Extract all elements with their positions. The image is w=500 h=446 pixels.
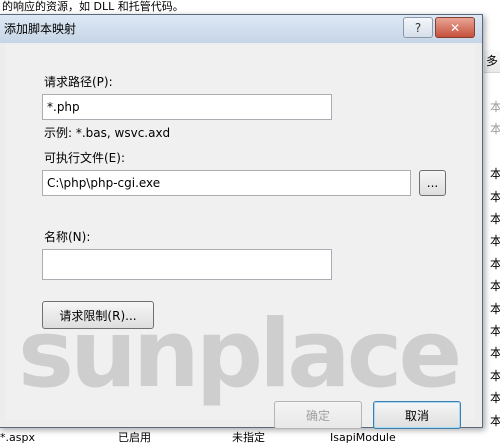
executable-label: 可执行文件(E): xyxy=(44,151,125,165)
row-type: 本 xyxy=(490,391,500,405)
executable-input[interactable]: C:\php\php-cgi.exe xyxy=(42,170,411,196)
row-type: 本 xyxy=(490,257,500,271)
request-path-input[interactable]: *.php xyxy=(42,94,332,120)
row-path: *.aspx xyxy=(0,431,35,444)
help-button[interactable]: ? xyxy=(403,17,433,38)
close-button[interactable]: ✕ xyxy=(435,17,475,38)
add-script-map-dialog: 添加脚本映射 ? ✕ 请求路径(P): *.php 示例: *.bas, wsv… xyxy=(0,14,483,429)
cancel-button[interactable]: 取消 xyxy=(373,401,461,429)
request-restrictions-button[interactable]: 请求限制(R)... xyxy=(42,301,154,329)
row-state: 已启用 xyxy=(118,431,151,444)
row-type: 本 xyxy=(490,212,500,226)
dialog-body: 请求路径(P): *.php 示例: *.bas, wsvc.axd 可执行文件… xyxy=(6,45,475,429)
column-header-more[interactable]: 多 xyxy=(484,50,500,73)
help-icon: ? xyxy=(414,20,422,35)
name-input[interactable] xyxy=(42,249,332,280)
row-type: 本 xyxy=(490,122,500,136)
row-type: 本 xyxy=(490,234,500,248)
ok-button[interactable]: 确定 xyxy=(274,401,362,429)
row-type: 本 xyxy=(490,346,500,360)
close-icon: ✕ xyxy=(449,20,461,35)
row-type: 本 xyxy=(490,167,500,181)
row-type: 本 xyxy=(490,279,500,293)
row-type: 本 xyxy=(490,414,500,428)
row-type: 本 xyxy=(490,100,500,114)
table-row[interactable]: *.aspx 已启用 未指定 IsapiModule xyxy=(0,430,500,446)
row-type: 本 xyxy=(490,302,500,316)
row-type: 本 xyxy=(490,369,500,383)
row-type: 本 xyxy=(490,190,500,204)
dialog-titlebar[interactable]: 添加脚本映射 ? ✕ xyxy=(0,15,482,43)
row-handler: IsapiModule xyxy=(330,431,396,444)
row-type: 本 xyxy=(490,324,500,338)
browse-button[interactable]: ... xyxy=(419,170,446,196)
dialog-title: 添加脚本映射 xyxy=(4,22,77,36)
request-path-label: 请求路径(P): xyxy=(44,75,113,89)
name-label: 名称(N): xyxy=(44,230,91,244)
example-hint: 示例: *.bas, wsvc.axd xyxy=(44,126,171,140)
row-path-type: 未指定 xyxy=(232,431,265,444)
